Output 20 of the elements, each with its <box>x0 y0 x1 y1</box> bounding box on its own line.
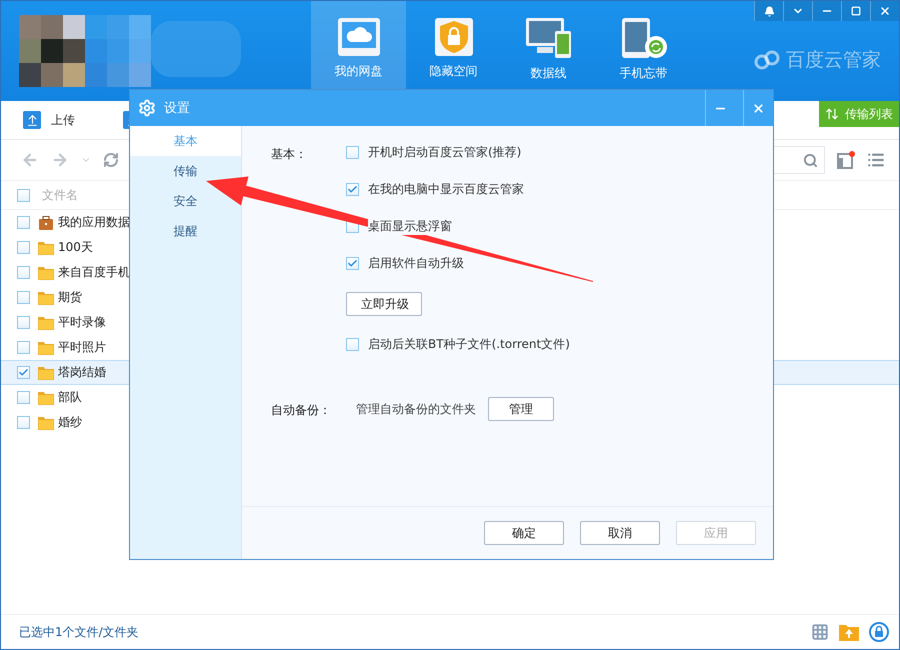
section-label: 基本： <box>271 146 308 163</box>
file-name: 来自百度手机 <box>58 264 130 281</box>
option-label: 在我的电脑中显示百度云管家 <box>368 181 524 198</box>
status-text: 已选中1个文件/文件夹 <box>19 624 139 640</box>
option-label: 桌面显示悬浮窗 <box>368 218 452 235</box>
section-label: 自动备份： <box>271 402 332 418</box>
file-name: 平时录像 <box>58 314 106 331</box>
file-name: 平时照片 <box>58 339 106 356</box>
file-name: 100天 <box>58 239 93 256</box>
option-label: 启用软件自动升级 <box>368 255 464 272</box>
file-name: 部队 <box>58 389 82 406</box>
file-name: 我的应用数据 <box>58 214 130 231</box>
file-name: 期货 <box>58 289 82 306</box>
file-name: 婚纱 <box>58 414 82 431</box>
backup-description: 管理自动备份的文件夹 <box>356 400 476 418</box>
option-label: 开机时启动百度云管家(推荐) <box>368 144 522 161</box>
file-name: 塔岗结婚 <box>58 364 106 381</box>
option-label: 启动后关联BT种子文件(.torrent文件) <box>368 336 570 353</box>
dialog-title: 设置 <box>164 100 190 117</box>
brand-name: 百度云管家 <box>786 48 881 73</box>
